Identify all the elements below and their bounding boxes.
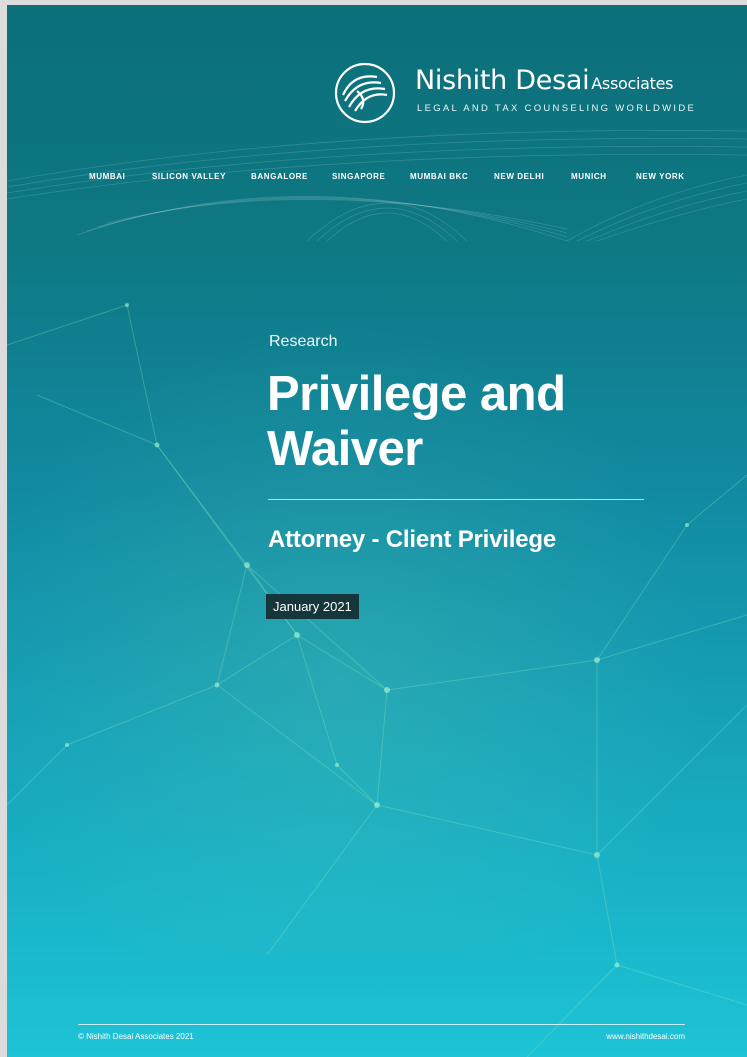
date-badge: January 2021 <box>266 594 359 619</box>
office-munich: MUNICH <box>571 172 607 181</box>
office-new-york: NEW YORK <box>636 172 685 181</box>
document-subtitle: Attorney - Client Privilege <box>268 526 556 553</box>
firm-name: Nishith Desai Associates <box>415 65 674 96</box>
firm-tagline: LEGAL AND TAX COUNSELING WORLDWIDE <box>417 103 697 114</box>
nda-swirl-logo-icon <box>334 62 396 124</box>
firm-name-sub: Associates <box>591 74 674 93</box>
office-mumbai-bkc: MUMBAI BKC <box>410 172 469 181</box>
cover-page: Nishith Desai Associates LEGAL AND TAX CO… <box>7 5 747 1057</box>
footer-copyright: © Nishith Desai Associates 2021 <box>78 1032 194 1041</box>
office-bangalore: BANGALORE <box>251 172 308 181</box>
firm-logo: Nishith Desai Associates LEGAL AND TAX CO… <box>333 61 697 131</box>
document-title: Privilege and Waiver <box>267 367 566 476</box>
office-new-delhi: NEW DELHI <box>494 172 545 181</box>
footer-website-link[interactable]: www.nishithdesai.com <box>606 1032 685 1041</box>
firm-name-main: Nishith Desai <box>415 65 590 96</box>
footer-divider <box>78 1024 685 1025</box>
title-divider <box>268 499 644 500</box>
office-mumbai: MUMBAI <box>89 172 126 181</box>
office-locations: MUMBAI SILICON VALLEY BANGALORE SINGAPOR… <box>7 172 747 186</box>
document-category: Research <box>269 333 338 350</box>
document-viewer: Nishith Desai Associates LEGAL AND TAX CO… <box>0 0 747 1057</box>
office-singapore: SINGAPORE <box>332 172 386 181</box>
office-silicon-valley: SILICON VALLEY <box>152 172 227 181</box>
